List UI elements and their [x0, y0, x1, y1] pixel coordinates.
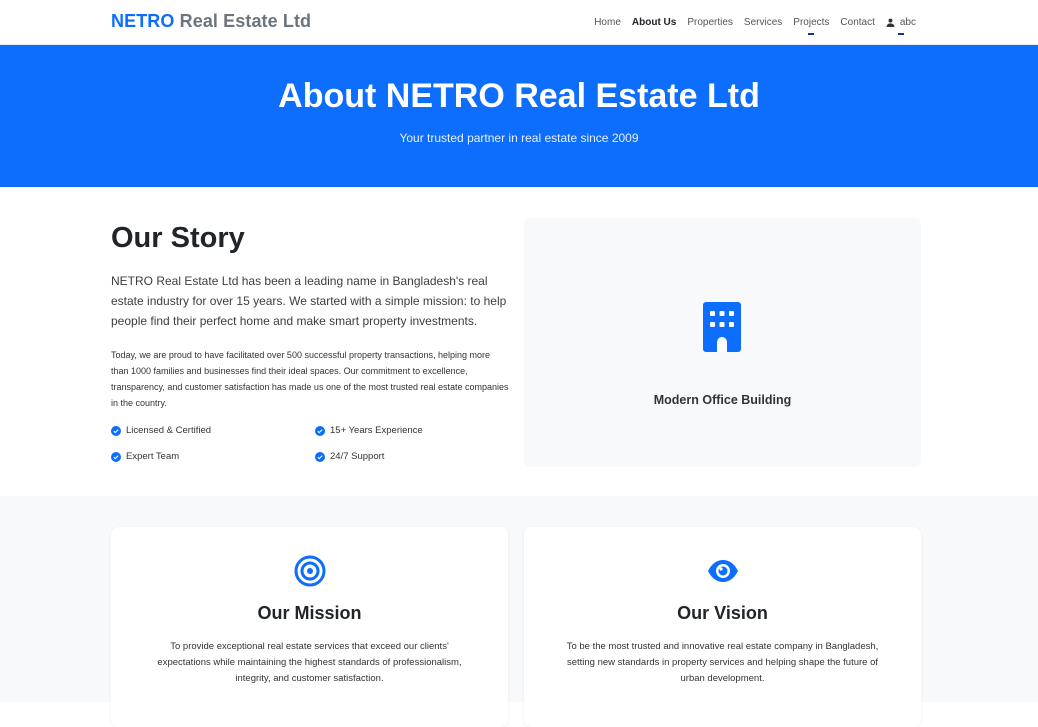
user-menu[interactable]: abc — [886, 17, 916, 28]
check-circle-icon — [315, 451, 325, 462]
vision-title: Our Vision — [677, 603, 768, 623]
brand-logo[interactable]: NETRO Real Estate Ltd — [111, 11, 311, 32]
check-circle-icon — [111, 425, 121, 436]
check-circle-icon — [315, 425, 325, 436]
story-lead: NETRO Real Estate Ltd has been a leading… — [111, 274, 507, 328]
target-icon — [294, 555, 325, 587]
office-image-placeholder: Modern Office Building — [524, 218, 921, 467]
user-name: abc — [899, 17, 916, 28]
feature-label: 15+ Years Experience — [330, 425, 423, 436]
navbar: NETRO Real Estate Ltd Home About Us Prop… — [0, 0, 1038, 45]
story-body: Today, we are proud to have facilitated … — [111, 350, 509, 408]
nav-item-properties[interactable]: Properties — [687, 17, 733, 28]
nav-item-contact[interactable]: Contact — [840, 17, 874, 28]
hero-subtitle: Your trusted partner in real estate sinc… — [399, 131, 639, 145]
our-story-section: Our Story NETRO Real Estate Ltd has been… — [0, 187, 1038, 496]
nav-item-about-us[interactable]: About Us — [632, 17, 676, 28]
mission-vision-section: Our Mission To provide exceptional real … — [0, 496, 1038, 727]
brand-name-secondary: Real Estate Ltd — [179, 11, 312, 31]
feature-item: Expert Team — [111, 451, 179, 462]
mission-title: Our Mission — [257, 603, 362, 623]
check-circle-icon — [111, 451, 121, 462]
office-image-label: Modern Office Building — [653, 393, 792, 407]
story-heading: Our Story — [111, 222, 245, 254]
feature-item: Licensed & Certified — [111, 425, 211, 436]
feature-item: 24/7 Support — [315, 451, 384, 462]
mission-text: To provide exceptional real estate servi… — [157, 641, 462, 684]
nav-item-services[interactable]: Services — [744, 17, 782, 28]
hero-banner: About NETRO Real Estate Ltd Your trusted… — [0, 45, 1038, 187]
nav-item-home[interactable]: Home — [594, 17, 621, 28]
feature-label: Licensed & Certified — [126, 425, 212, 436]
vision-card: Our Vision To be the most trusted and in… — [524, 527, 921, 727]
brand-name-primary: NETRO — [111, 11, 175, 31]
feature-item: 15+ Years Experience — [315, 425, 423, 436]
user-icon — [886, 18, 895, 27]
feature-label: Expert Team — [126, 451, 180, 462]
building-icon — [703, 302, 741, 352]
hero-title: About NETRO Real Estate Ltd — [278, 77, 760, 115]
nav-item-projects[interactable]: Projects — [793, 17, 829, 28]
nav-menu: Home About Us Properties Services Projec… — [583, 17, 916, 28]
eye-icon — [707, 560, 738, 582]
mission-card: Our Mission To provide exceptional real … — [111, 527, 508, 727]
feature-label: 24/7 Support — [330, 451, 385, 462]
vision-text: To be the most trusted and innovative re… — [566, 641, 879, 684]
